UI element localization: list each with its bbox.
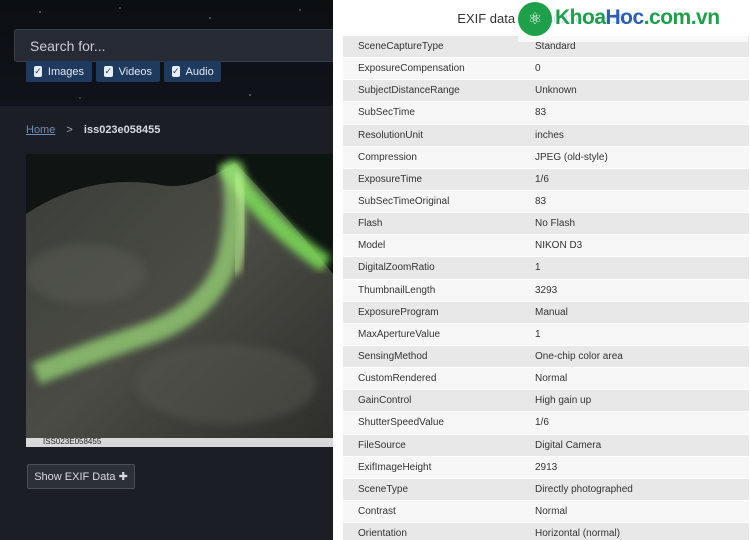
table-row: ThumbnailLength 3293 xyxy=(343,279,749,302)
table-row: Flash No Flash xyxy=(343,212,749,236)
exif-key: Flash xyxy=(343,212,520,236)
table-row: SceneType Directly photographed xyxy=(343,478,749,501)
exif-value: Normal xyxy=(520,367,749,391)
exif-key: ExposureCompensation xyxy=(343,57,520,81)
exif-key: ExposureTime xyxy=(343,168,520,191)
table-row: Orientation Horizontal (normal) xyxy=(343,522,749,540)
image-caption: ISS023E058455 xyxy=(43,437,102,446)
exif-key: ExifImageHeight xyxy=(343,456,520,479)
exif-value: 1/6 xyxy=(520,168,749,191)
table-row: CustomRendered Normal xyxy=(343,367,749,391)
table-row: MaxApertureValue 1 xyxy=(343,323,749,346)
search-placeholder: Search for... xyxy=(30,38,106,54)
image-caption-bar: ISS023E058455 xyxy=(26,437,333,447)
filter-audio[interactable]: ✓ Audio xyxy=(164,61,221,82)
exif-key: ExposureProgram xyxy=(343,301,520,324)
exif-value: 1 xyxy=(520,256,749,280)
exif-key: GainControl xyxy=(343,389,520,413)
watermark-part3: .com.vn xyxy=(643,6,720,29)
exif-value: 2913 xyxy=(520,456,749,479)
exif-key: SubSecTime xyxy=(343,101,520,125)
watermark-logo: ⚛ KhoaHoc.com.vn xyxy=(518,0,748,42)
exif-value: Horizontal (normal) xyxy=(520,522,749,540)
exif-modal: EXIF data for iss023e058455 SceneCapture… xyxy=(333,0,750,540)
table-row: SubSecTime 83 xyxy=(343,101,749,125)
table-row: ExposureProgram Manual xyxy=(343,301,749,324)
exif-key: DigitalZoomRatio xyxy=(343,256,520,280)
watermark-text: KhoaHoc.com.vn xyxy=(555,6,720,30)
table-row: Model NIKON D3 xyxy=(343,234,749,258)
exif-value: Manual xyxy=(520,301,749,324)
table-row: ExposureCompensation 0 xyxy=(343,57,749,81)
table-row: Contrast Normal xyxy=(343,500,749,524)
table-row: ExifImageHeight 2913 xyxy=(343,456,749,479)
exif-key: SceneCaptureType xyxy=(343,36,520,59)
filter-images[interactable]: ✓ Images xyxy=(26,61,92,82)
exif-key: Orientation xyxy=(343,522,520,540)
exif-value: 0 xyxy=(520,57,749,81)
table-row: DigitalZoomRatio 1 xyxy=(343,256,749,280)
exif-value: 3293 xyxy=(520,279,749,302)
breadcrumb-separator: > xyxy=(66,124,73,136)
exif-value: 1/6 xyxy=(520,411,749,435)
table-row: ResolutionUnit inches xyxy=(343,124,749,147)
exif-value: 83 xyxy=(520,190,749,214)
breadcrumb-home-link[interactable]: Home xyxy=(26,124,55,136)
checkbox-checked-icon[interactable]: ✓ xyxy=(34,66,42,77)
atom-icon: ⚛ xyxy=(518,2,552,36)
exif-key: MaxApertureValue xyxy=(343,323,520,346)
table-row: SubSecTimeOriginal 83 xyxy=(343,190,749,214)
filter-label: Images xyxy=(47,65,84,78)
exif-key: ThumbnailLength xyxy=(343,279,520,302)
exif-value: No Flash xyxy=(520,212,749,236)
filter-label: Audio xyxy=(185,65,214,78)
table-row: SensingMethod One-chip color area xyxy=(343,345,749,369)
exif-key: CustomRendered xyxy=(343,367,520,391)
exif-key: SubSecTimeOriginal xyxy=(343,190,520,214)
table-row: GainControl High gain up xyxy=(343,389,749,413)
exif-value: Normal xyxy=(520,500,749,524)
search-input[interactable]: Search for... xyxy=(14,29,333,62)
exif-key: ShutterSpeedValue xyxy=(343,411,520,435)
exif-value: 83 xyxy=(520,101,749,125)
exif-table: SceneCaptureType Standard ExposureCompensa… xyxy=(343,36,749,540)
filter-videos[interactable]: ✓ Videos xyxy=(96,61,160,82)
aurora-image xyxy=(26,154,333,446)
table-row: ShutterSpeedValue 1/6 xyxy=(343,411,749,435)
show-exif-button[interactable]: Show EXIF Data ✚ xyxy=(27,464,135,489)
aurora-photo[interactable] xyxy=(26,154,333,446)
table-row: ExposureTime 1/6 xyxy=(343,168,749,191)
checkbox-checked-icon[interactable]: ✓ xyxy=(104,66,113,77)
exif-key: Contrast xyxy=(343,500,520,524)
exif-value: High gain up xyxy=(520,389,749,413)
watermark-part2: Hoc xyxy=(605,6,645,29)
search-results-page: Search for... ✓ Images ✓ Videos ✓ Audio … xyxy=(0,0,333,540)
exif-value: One-chip color area xyxy=(520,345,749,369)
table-row: SubjectDistanceRange Unknown xyxy=(343,79,749,103)
exif-key: Compression xyxy=(343,146,520,169)
watermark-part1: Khoa xyxy=(555,6,606,29)
exif-value: 1 xyxy=(520,323,749,346)
exif-value: NIKON D3 xyxy=(520,234,749,258)
exif-key: Model xyxy=(343,234,520,258)
exif-key: SceneType xyxy=(343,478,520,501)
exif-value: inches xyxy=(520,124,749,147)
exif-value: Unknown xyxy=(520,79,749,103)
exif-value: Directly photographed xyxy=(520,478,749,501)
table-row: FileSource Digital Camera xyxy=(343,434,749,457)
checkbox-checked-icon[interactable]: ✓ xyxy=(172,66,180,77)
filter-label: Videos xyxy=(118,65,152,78)
breadcrumb: Home > iss023e058455 xyxy=(26,124,160,136)
exif-key: SubjectDistanceRange xyxy=(343,79,520,103)
exif-key: FileSource xyxy=(343,434,520,457)
breadcrumb-current: iss023e058455 xyxy=(83,124,161,136)
exif-value: Digital Camera xyxy=(520,434,749,457)
table-row: Compression JPEG (old-style) xyxy=(343,146,749,169)
exif-value: JPEG (old-style) xyxy=(520,146,749,169)
exif-key: ResolutionUnit xyxy=(343,124,520,147)
exif-key: SensingMethod xyxy=(343,345,520,369)
